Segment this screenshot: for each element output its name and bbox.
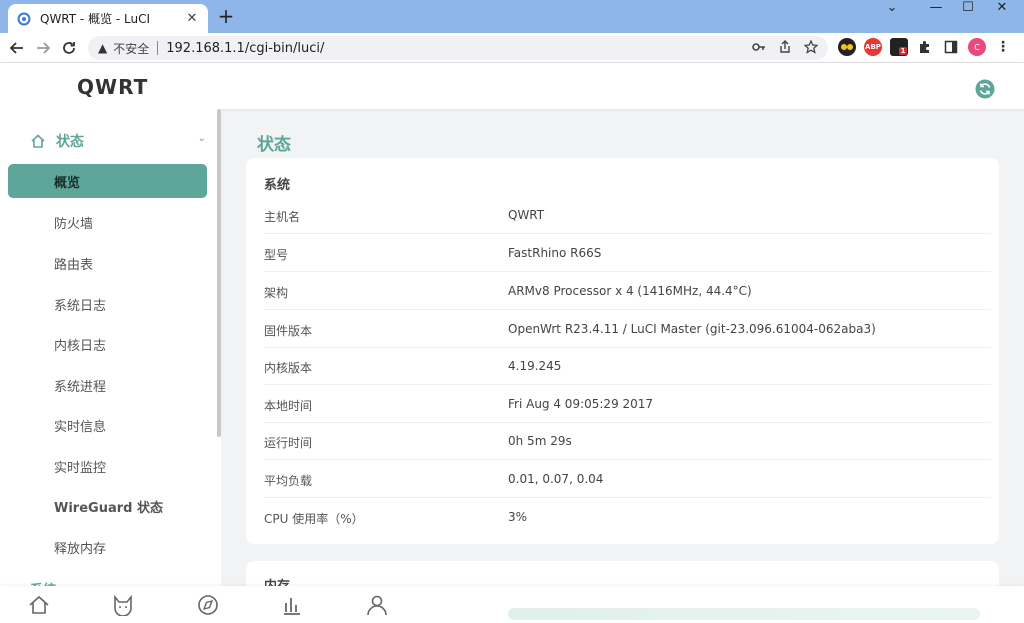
row-value: QWRT: [508, 208, 545, 222]
sidebar-item-kernel-log[interactable]: 内核日志: [8, 327, 207, 361]
row-key: CPU 使用率（%）: [264, 512, 364, 526]
user-icon[interactable]: [366, 594, 388, 616]
compass-icon[interactable]: [197, 594, 219, 616]
extension-glasses-icon[interactable]: [838, 38, 856, 56]
luci-favicon-icon: [16, 11, 32, 27]
row-value: 4.19.245: [508, 359, 562, 373]
home-icon[interactable]: [28, 594, 50, 616]
tab-title: QWRT - 概览 - LuCI: [40, 12, 151, 26]
bar-chart-icon[interactable]: [281, 594, 303, 616]
table-row: 内核版本 4.19.245: [264, 347, 991, 385]
row-key: 架构: [264, 286, 289, 300]
table-row: 本地时间 Fri Aug 4 09:05:29 2017: [264, 385, 991, 423]
row-key: 本地时间: [264, 399, 313, 413]
app-header: QWRT: [0, 63, 1024, 109]
omnibox-actions: [752, 40, 818, 54]
page-title: 状态: [257, 135, 291, 155]
extensions-area: ABP 1 C ⋮: [838, 38, 1012, 56]
sidebar-item-routes[interactable]: 路由表: [8, 246, 207, 280]
not-secure-label: 不安全: [113, 41, 150, 56]
sidebar-item-label: 实时信息: [54, 419, 107, 435]
side-panel-icon[interactable]: [942, 38, 960, 56]
sidebar-scrollbar[interactable]: [217, 109, 221, 437]
browser-tab[interactable]: QWRT - 概览 - LuCI ✕: [8, 4, 208, 33]
close-window-button[interactable]: ✕: [980, 0, 1024, 20]
row-key: 型号: [264, 248, 289, 262]
reload-icon: [63, 42, 75, 54]
bottom-nav: [0, 586, 1024, 623]
warning-icon: ▲: [98, 41, 108, 55]
browser-toolbar: ▲ 不安全 192.168.1.1/cgi-bin/luci/ ABP 1 C …: [0, 33, 1024, 63]
row-key: 内核版本: [264, 361, 313, 375]
reload-button[interactable]: [58, 37, 80, 59]
sidebar-group-status[interactable]: 状态 ⌄: [30, 131, 210, 151]
sidebar-item-free-memory[interactable]: 释放内存: [8, 530, 207, 564]
sidebar-item-firewall[interactable]: 防火墙: [8, 205, 207, 239]
sidebar-item-syslog[interactable]: 系统日志: [8, 287, 207, 321]
sidebar-item-processes[interactable]: 系统进程: [8, 368, 207, 402]
key-icon[interactable]: [752, 40, 766, 54]
row-key: 运行时间: [264, 436, 313, 450]
sidebar-item-realtime-monitor[interactable]: 实时监控: [8, 449, 207, 483]
row-key: 固件版本: [264, 324, 313, 338]
chevron-down-icon: ⌄: [197, 133, 206, 144]
memory-progress-bar: [508, 608, 980, 620]
sidebar-item-label: 防火墙: [54, 216, 94, 232]
sidebar-item-label: WireGuard 状态: [54, 500, 163, 516]
sidebar: 状态 ⌄ 概览 防火墙 路由表 系统日志 内核日志 系统进程 实时信息 实时监控…: [0, 109, 221, 598]
address-bar[interactable]: ▲ 不安全 192.168.1.1/cgi-bin/luci/: [88, 36, 828, 60]
sidebar-item-label: 实时监控: [54, 460, 107, 476]
sidebar-item-realtime-info[interactable]: 实时信息: [8, 408, 207, 442]
forward-arrow-icon: [37, 42, 51, 54]
back-button[interactable]: [6, 37, 28, 59]
row-key: 主机名: [264, 210, 301, 224]
puzzle-icon[interactable]: [916, 38, 934, 56]
share-icon[interactable]: [778, 40, 792, 54]
bookmark-star-icon[interactable]: [804, 40, 818, 54]
row-value: OpenWrt R23.4.11 / LuCI Master (git-23.0…: [508, 322, 876, 336]
sidebar-item-label: 系统进程: [54, 379, 107, 395]
kebab-menu-icon[interactable]: ⋮: [994, 38, 1012, 56]
row-value: 0h 5m 29s: [508, 434, 572, 448]
sidebar-item-label: 释放内存: [54, 541, 107, 557]
browser-tabstrip: QWRT - 概览 - LuCI ✕ + ⌄ — ☐ ✕: [0, 0, 1024, 33]
sidebar-item-label: 内核日志: [54, 338, 107, 354]
url-text[interactable]: 192.168.1.1/cgi-bin/luci/: [166, 41, 324, 56]
table-row: CPU 使用率（%） 3%: [264, 498, 991, 536]
sidebar-item-wireguard[interactable]: WireGuard 状态: [8, 489, 207, 523]
brand-logo[interactable]: QWRT: [77, 75, 148, 99]
refresh-icon[interactable]: [975, 79, 995, 99]
row-value: Fri Aug 4 09:05:29 2017: [508, 397, 654, 411]
home-icon: [31, 134, 45, 148]
cat-icon[interactable]: [112, 594, 134, 616]
table-row: 固件版本 OpenWrt R23.4.11 / LuCI Master (git-…: [264, 310, 991, 348]
sidebar-item-label: 系统日志: [54, 298, 107, 314]
row-value: 3%: [508, 510, 528, 524]
tab-close-icon[interactable]: ✕: [184, 11, 200, 26]
forward-button[interactable]: [32, 37, 54, 59]
new-tab-button[interactable]: +: [216, 6, 236, 28]
sidebar-item-label: 概览: [54, 175, 81, 191]
table-row: 主机名 QWRT: [264, 196, 991, 234]
omnibox-divider: [157, 41, 159, 55]
system-card-title: 系统: [264, 178, 291, 193]
back-arrow-icon: [9, 42, 23, 54]
table-row: 平均负载 0.01, 0.07, 0.04: [264, 460, 991, 498]
table-row: 型号 FastRhino R66S: [264, 234, 991, 272]
profile-avatar[interactable]: C: [968, 38, 986, 56]
sidebar-group-label: 状态: [56, 134, 84, 150]
extension-badge-icon[interactable]: 1: [890, 38, 908, 56]
table-row: 运行时间 0h 5m 29s: [264, 422, 991, 460]
row-value: FastRhino R66S: [508, 246, 602, 260]
system-card: 系统 主机名 QWRT 型号 FastRhino R66S 架构 ARMv8 Proc…: [246, 158, 999, 544]
row-value: 0.01, 0.07, 0.04: [508, 472, 604, 486]
row-key: 平均负载: [264, 474, 313, 488]
table-row: 架构 ARMv8 Processor x 4 (1416MHz, 44.4°C): [264, 272, 991, 310]
adblock-plus-icon[interactable]: ABP: [864, 38, 882, 56]
chevron-down-icon[interactable]: ⌄: [870, 0, 914, 20]
row-value: ARMv8 Processor x 4 (1416MHz, 44.4°C): [508, 284, 752, 298]
sidebar-item-overview[interactable]: 概览: [8, 164, 207, 198]
sidebar-item-label: 路由表: [54, 257, 94, 273]
